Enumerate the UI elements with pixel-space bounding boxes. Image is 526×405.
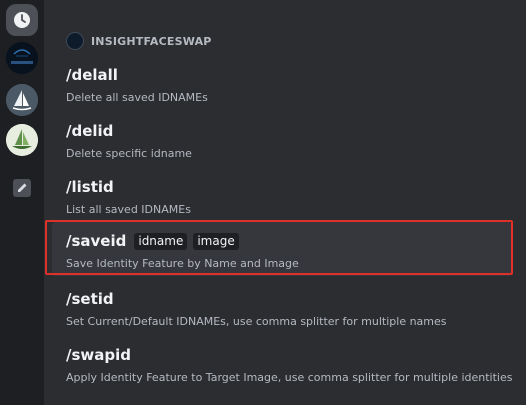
pencil-icon[interactable] <box>12 178 32 198</box>
sailboat-icon <box>6 84 38 116</box>
insightface-app-icon[interactable] <box>6 42 38 74</box>
command-description: Delete all saved IDNAMEs <box>66 91 208 104</box>
server-rail <box>0 0 44 405</box>
command-item-delid[interactable]: /delid Delete specific idname <box>52 114 512 168</box>
command-list-panel: INSIGHTFACESWAP /delall Delete all saved… <box>44 0 526 405</box>
command-item-swapid[interactable]: /swapid Apply Identity Feature to Target… <box>52 338 512 392</box>
jade-boat-app-icon[interactable] <box>6 124 38 156</box>
command-item-listid[interactable]: /listid List all saved IDNAMEs <box>52 170 512 224</box>
midjourney-app-icon[interactable] <box>6 84 38 116</box>
app-header: INSIGHTFACESWAP <box>66 32 212 50</box>
command-name: /setid <box>66 290 114 308</box>
command-name: /listid <box>66 178 114 196</box>
command-name: /swapid <box>66 346 132 364</box>
command-item-setid[interactable]: /setid Set Current/Default IDNAMEs, use … <box>52 282 512 336</box>
selection-highlight-box <box>45 220 513 275</box>
clock-icon <box>14 12 30 28</box>
insightface-logo-icon <box>6 42 38 74</box>
command-description: List all saved IDNAMEs <box>66 203 191 216</box>
command-item-delall[interactable]: /delall Delete all saved IDNAMEs <box>52 58 512 112</box>
command-name: /delall <box>66 66 118 84</box>
app-avatar <box>66 32 84 50</box>
command-description: Apply Identity Feature to Target Image, … <box>66 371 513 384</box>
command-description: Set Current/Default IDNAMEs, use comma s… <box>66 315 447 328</box>
command-description: Delete specific idname <box>66 147 192 160</box>
jade-boat-icon <box>6 124 38 156</box>
command-name: /delid <box>66 122 114 140</box>
app-title: INSIGHTFACESWAP <box>91 34 212 48</box>
recent-apps-button[interactable] <box>6 4 38 36</box>
